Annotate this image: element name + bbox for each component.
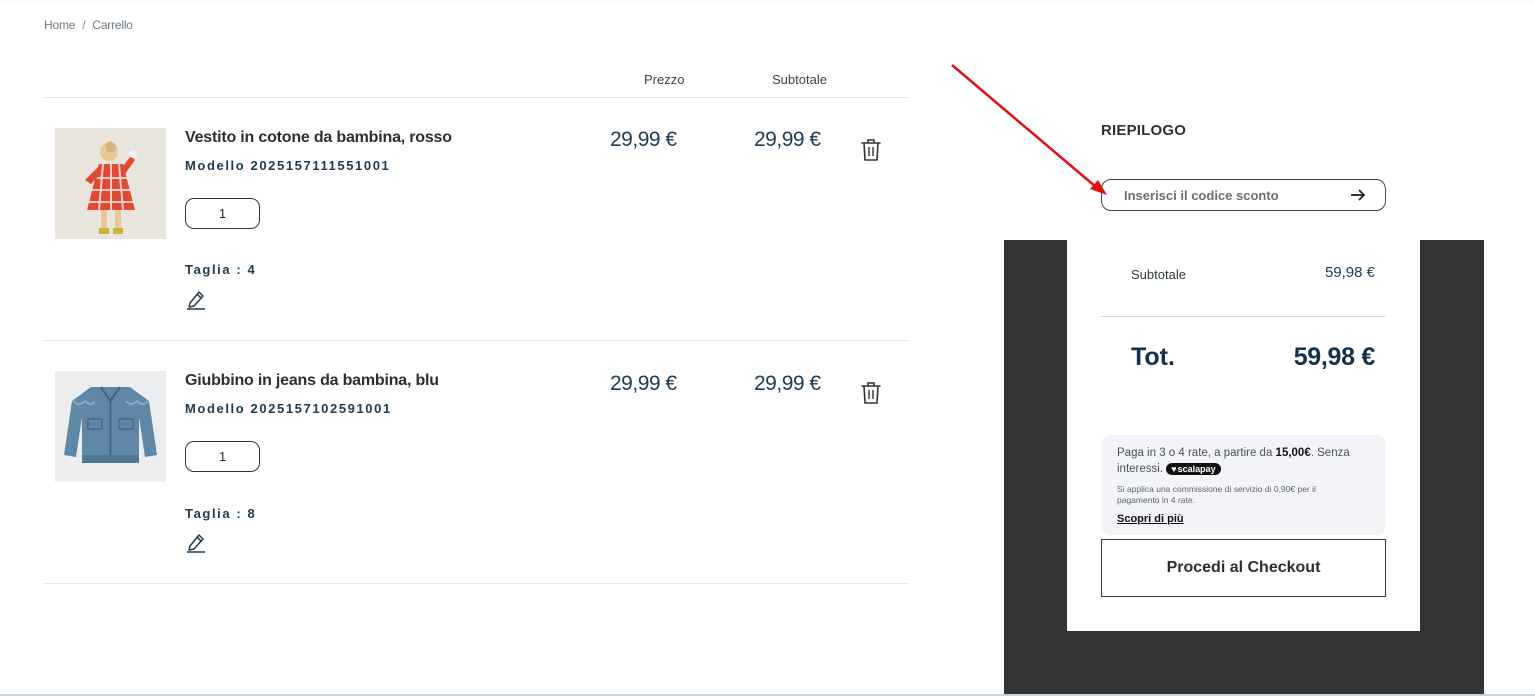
edit-pencil-icon[interactable] [185,531,207,553]
quantity-input[interactable]: 1 [185,441,260,472]
edit-pencil-icon[interactable] [185,288,207,310]
divider [44,97,908,98]
total-value: 59,98 € [1293,343,1376,371]
product-name[interactable]: Vestito in cotone da bambina, rosso [185,129,452,147]
breadcrumb-home[interactable]: Home [44,18,75,32]
product-name[interactable]: Giubbino in jeans da bambina, blu [185,372,439,390]
product-price: 29,99 € [610,372,677,395]
product-price: 29,99 € [610,128,677,151]
discount-code-field [1101,179,1386,211]
scalapay-learn-more-link[interactable]: Scopri di più [1117,513,1184,525]
summary-subtotal-label: Subtotale [1131,267,1186,282]
product-model: Modello 2025157111551001 [185,158,391,173]
divider [44,340,908,341]
subtotal-column-header: Subtotale [772,72,827,87]
discount-code-input[interactable] [1124,186,1344,204]
product-subtotal: 29,99 € [754,128,821,151]
product-size: Taglia : 4 [185,262,257,277]
price-column-header: Prezzo [644,72,685,87]
breadcrumb: Home / Carrello [44,18,133,32]
product-image[interactable] [55,128,166,239]
product-subtotal: 29,99 € [754,372,821,395]
product-image[interactable] [55,371,166,482]
scalapay-amount: 15,00€ [1275,447,1311,459]
breadcrumb-current[interactable]: Carrello [92,18,133,32]
arrow-right-icon[interactable] [1348,186,1368,204]
summary-subtotal-value: 59,98 € [1324,264,1375,281]
quantity-input[interactable]: 1 [185,198,260,229]
trash-icon[interactable] [860,381,882,405]
breadcrumb-separator: / [82,18,86,32]
scalapay-text: Paga in 3 o 4 rate, a partire da 15,00€.… [1117,447,1350,475]
scalapay-fee-note: Si applica una commissione di servizio d… [1117,484,1316,505]
checkout-button[interactable]: Procedi al Checkout [1101,539,1386,597]
scalapay-logo: ♥scalapay [1166,462,1221,475]
summary-title: RIEPILOGO [1101,122,1187,139]
heart-icon: ♥ [1171,463,1177,474]
divider [44,583,908,584]
order-summary: RIEPILOGO Subtotale 59,98 € Tot. 59,98 €… [1067,63,1420,631]
total-label: Tot. [1131,343,1175,371]
top-edge [0,0,1535,4]
product-model: Modello 2025157102591001 [185,401,392,416]
summary-divider [1101,316,1386,317]
scalapay-info-box: Paga in 3 o 4 rate, a partire da 15,00€.… [1101,435,1386,535]
trash-icon[interactable] [860,138,882,162]
product-size: Taglia : 8 [185,506,257,521]
